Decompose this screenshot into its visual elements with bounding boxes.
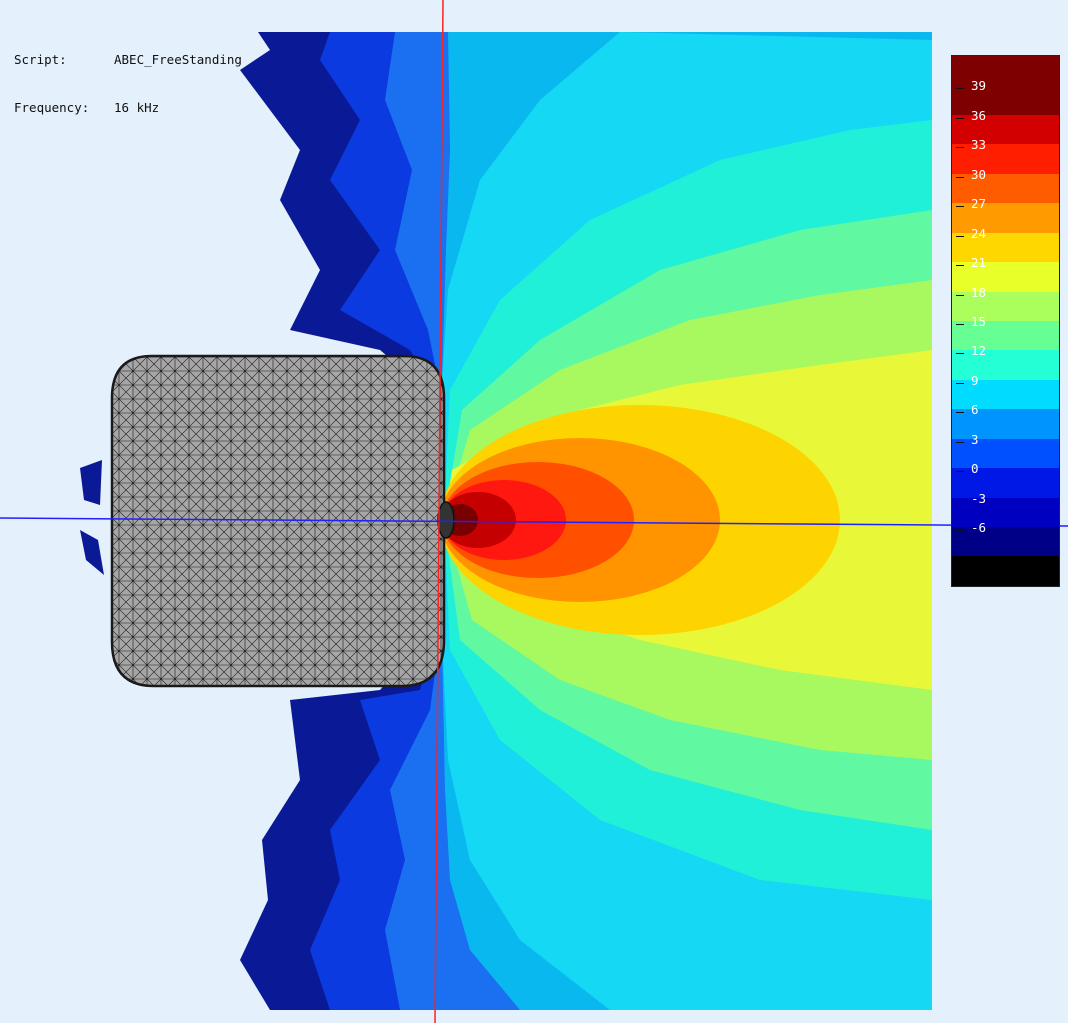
color-scale-tick (956, 117, 964, 119)
color-scale-band: -6 (952, 520, 1059, 557)
color-scale-band: 0 (952, 461, 1059, 498)
color-scale-band: 33 (952, 137, 1059, 174)
color-scale-label: 15 (971, 313, 987, 329)
color-scale-tick (956, 206, 964, 208)
color-scale-tick (956, 500, 964, 502)
color-scale-label: 6 (971, 402, 979, 418)
frequency-label: Frequency: (14, 100, 90, 115)
color-scale-label: 18 (971, 284, 987, 300)
color-scale-tick (956, 176, 964, 178)
color-scale-label: 0 (971, 461, 979, 477)
color-scale-band (952, 556, 1059, 586)
color-scale-label: 24 (971, 225, 987, 241)
color-scale-label: 12 (971, 343, 987, 359)
color-scale-label: 27 (971, 196, 987, 212)
color-scale-tick (956, 353, 964, 355)
color-scale-label: 3 (971, 431, 979, 447)
script-value: ABEC_FreeStanding (114, 52, 242, 67)
color-scale-band: 21 (952, 255, 1059, 292)
color-scale-band: 27 (952, 196, 1059, 233)
color-scale-band: 3 (952, 432, 1059, 469)
field-fragment-upper (80, 460, 102, 505)
color-scale-tick (956, 530, 964, 531)
info-overlay: Script: ABEC_FreeStanding Frequency: 16 kH… (14, 20, 242, 132)
color-scale-label: 30 (971, 166, 987, 182)
color-scale-band: 12 (952, 343, 1059, 380)
color-scale-band (952, 56, 1059, 86)
script-label: Script: (14, 52, 67, 67)
color-scale-label: 33 (971, 137, 987, 153)
color-scale-label: 39 (971, 78, 987, 94)
color-scale-tick (956, 147, 964, 149)
color-scale-label: 21 (971, 255, 987, 271)
color-scale-tick (956, 471, 964, 473)
color-scale-band: -3 (952, 491, 1059, 527)
script-row: Script: ABEC_FreeStanding (14, 52, 242, 68)
color-scale-label: 36 (971, 107, 987, 123)
color-scale-label: -6 (971, 520, 987, 535)
color-scale-tick (956, 265, 964, 267)
color-scale-tick (956, 441, 964, 443)
color-scale-tick (956, 88, 964, 90)
color-scale-band: 15 (952, 314, 1059, 351)
color-scale-band: 18 (952, 285, 1059, 321)
color-scale-label: -3 (971, 490, 987, 506)
color-scale-tick (956, 382, 964, 384)
frequency-row: Frequency: 16 kHz (14, 100, 242, 116)
color-scale-tick (956, 235, 964, 237)
frequency-value: 16 kHz (114, 100, 160, 115)
color-scale-band: 30 (952, 167, 1059, 204)
simulation-viewport[interactable] (0, 0, 1068, 1023)
color-scale-band: 9 (952, 373, 1059, 410)
color-scale-tick (956, 294, 964, 296)
color-scale-tick (956, 412, 964, 414)
color-scale-label: 9 (971, 372, 979, 388)
color-scale-band: 6 (952, 402, 1059, 439)
field-fragment-lower (80, 530, 104, 575)
speaker-driver (437, 501, 455, 539)
color-scale-tick (956, 323, 964, 325)
color-scale-legend: 39 36 33 30 27 24 21 18 15 12 9 6 3 0 -3 -6 (951, 55, 1060, 587)
color-scale-band: 24 (952, 226, 1059, 263)
color-scale-band: 39 (952, 78, 1059, 115)
color-scale-band: 36 (952, 108, 1059, 145)
